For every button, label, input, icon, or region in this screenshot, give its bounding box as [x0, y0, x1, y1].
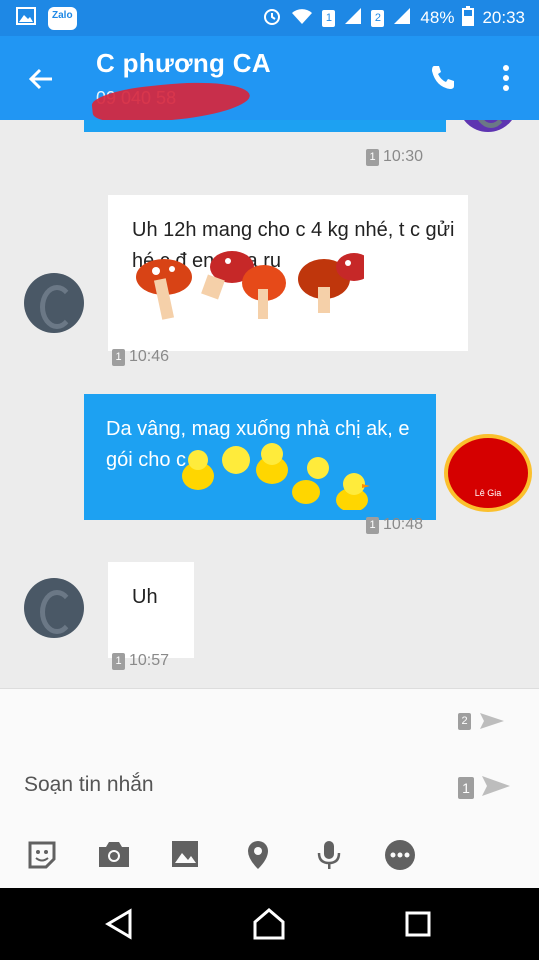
mushroom-sticker: [136, 251, 364, 320]
signal-icon: [392, 7, 412, 30]
nav-back-button[interactable]: [102, 906, 138, 942]
message-timestamp: 1 10:46: [112, 348, 169, 366]
message-bubble-outgoing[interactable]: Da vâng, mag xuống nhà chị ak, e gói cho…: [84, 394, 436, 520]
send-sim2-button[interactable]: 2: [458, 709, 508, 737]
location-pin-icon: [248, 841, 268, 869]
sender-avatar-logo[interactable]: Lê Gia: [444, 434, 532, 512]
le-gia-logo: Lê Gia: [448, 438, 528, 508]
more-options-button[interactable]: [384, 839, 418, 873]
message-timestamp: 1 10:57: [112, 652, 169, 670]
send-icon: [482, 776, 510, 796]
message-input[interactable]: Soạn tin nhắn: [24, 773, 154, 797]
message-bubble-incoming[interactable]: Uh 12h mang cho c 4 kg nhé, t c gửi hé c…: [108, 195, 468, 351]
more-vert-icon: [503, 65, 509, 91]
zalo-icon: Zalo: [48, 6, 77, 30]
camera-icon: [99, 842, 129, 867]
message-bubble-outgoing[interactable]: [84, 120, 446, 132]
contact-avatar[interactable]: [24, 578, 84, 638]
location-button[interactable]: [245, 839, 279, 873]
battery-icon: [462, 5, 475, 31]
clock: 20:33: [482, 8, 525, 27]
camera-button[interactable]: [97, 839, 131, 873]
attachment-toolbar: [0, 831, 539, 881]
gallery-icon: [16, 6, 36, 30]
sim1-badge: 1: [322, 9, 336, 27]
gallery-button[interactable]: [170, 839, 204, 873]
sender-avatar[interactable]: [458, 120, 518, 132]
more-horiz-icon: [385, 840, 415, 870]
back-button[interactable]: [24, 62, 58, 96]
status-bar: Zalo 1 2 48% 20:33: [0, 0, 539, 36]
microphone-icon: [317, 841, 341, 869]
arrow-back-icon: [28, 68, 52, 90]
nav-home-button[interactable]: [251, 906, 287, 942]
call-button[interactable]: [428, 62, 458, 92]
voice-button[interactable]: [316, 839, 350, 873]
overflow-menu-button[interactable]: [496, 62, 516, 94]
wifi-icon: [290, 7, 314, 30]
send-sim1-button[interactable]: 1: [458, 771, 510, 799]
image-icon: [172, 841, 198, 867]
home-icon: [253, 908, 285, 940]
send-icon: [480, 713, 504, 729]
battery-percent: 48%: [420, 8, 455, 27]
square-recents-icon: [405, 911, 431, 937]
system-nav-bar: [0, 888, 539, 960]
alarm-icon: [262, 6, 282, 31]
contact-name: C phương CA: [96, 48, 271, 78]
message-list[interactable]: 1 10:30 Uh 12h mang cho c 4 kg nhé, t c …: [0, 120, 539, 688]
phone-icon: [432, 66, 454, 89]
message-bubble-incoming[interactable]: Uh: [108, 562, 194, 658]
signal-icon: [343, 7, 363, 30]
contact-avatar[interactable]: [24, 273, 84, 333]
sticker-icon: [28, 841, 56, 869]
sim2-badge: 2: [371, 9, 385, 27]
app-bar: C phương CA 09 040 58: [0, 36, 539, 129]
nav-recents-button[interactable]: [400, 906, 436, 942]
message-timestamp: 1 10:30: [366, 148, 423, 166]
triangle-back-icon: [105, 908, 132, 940]
message-timestamp: 1 10:48: [366, 516, 423, 534]
composer: 2 Soạn tin nhắn 1: [0, 688, 539, 889]
duck-sticker: [182, 443, 370, 510]
sticker-button[interactable]: [26, 839, 60, 873]
